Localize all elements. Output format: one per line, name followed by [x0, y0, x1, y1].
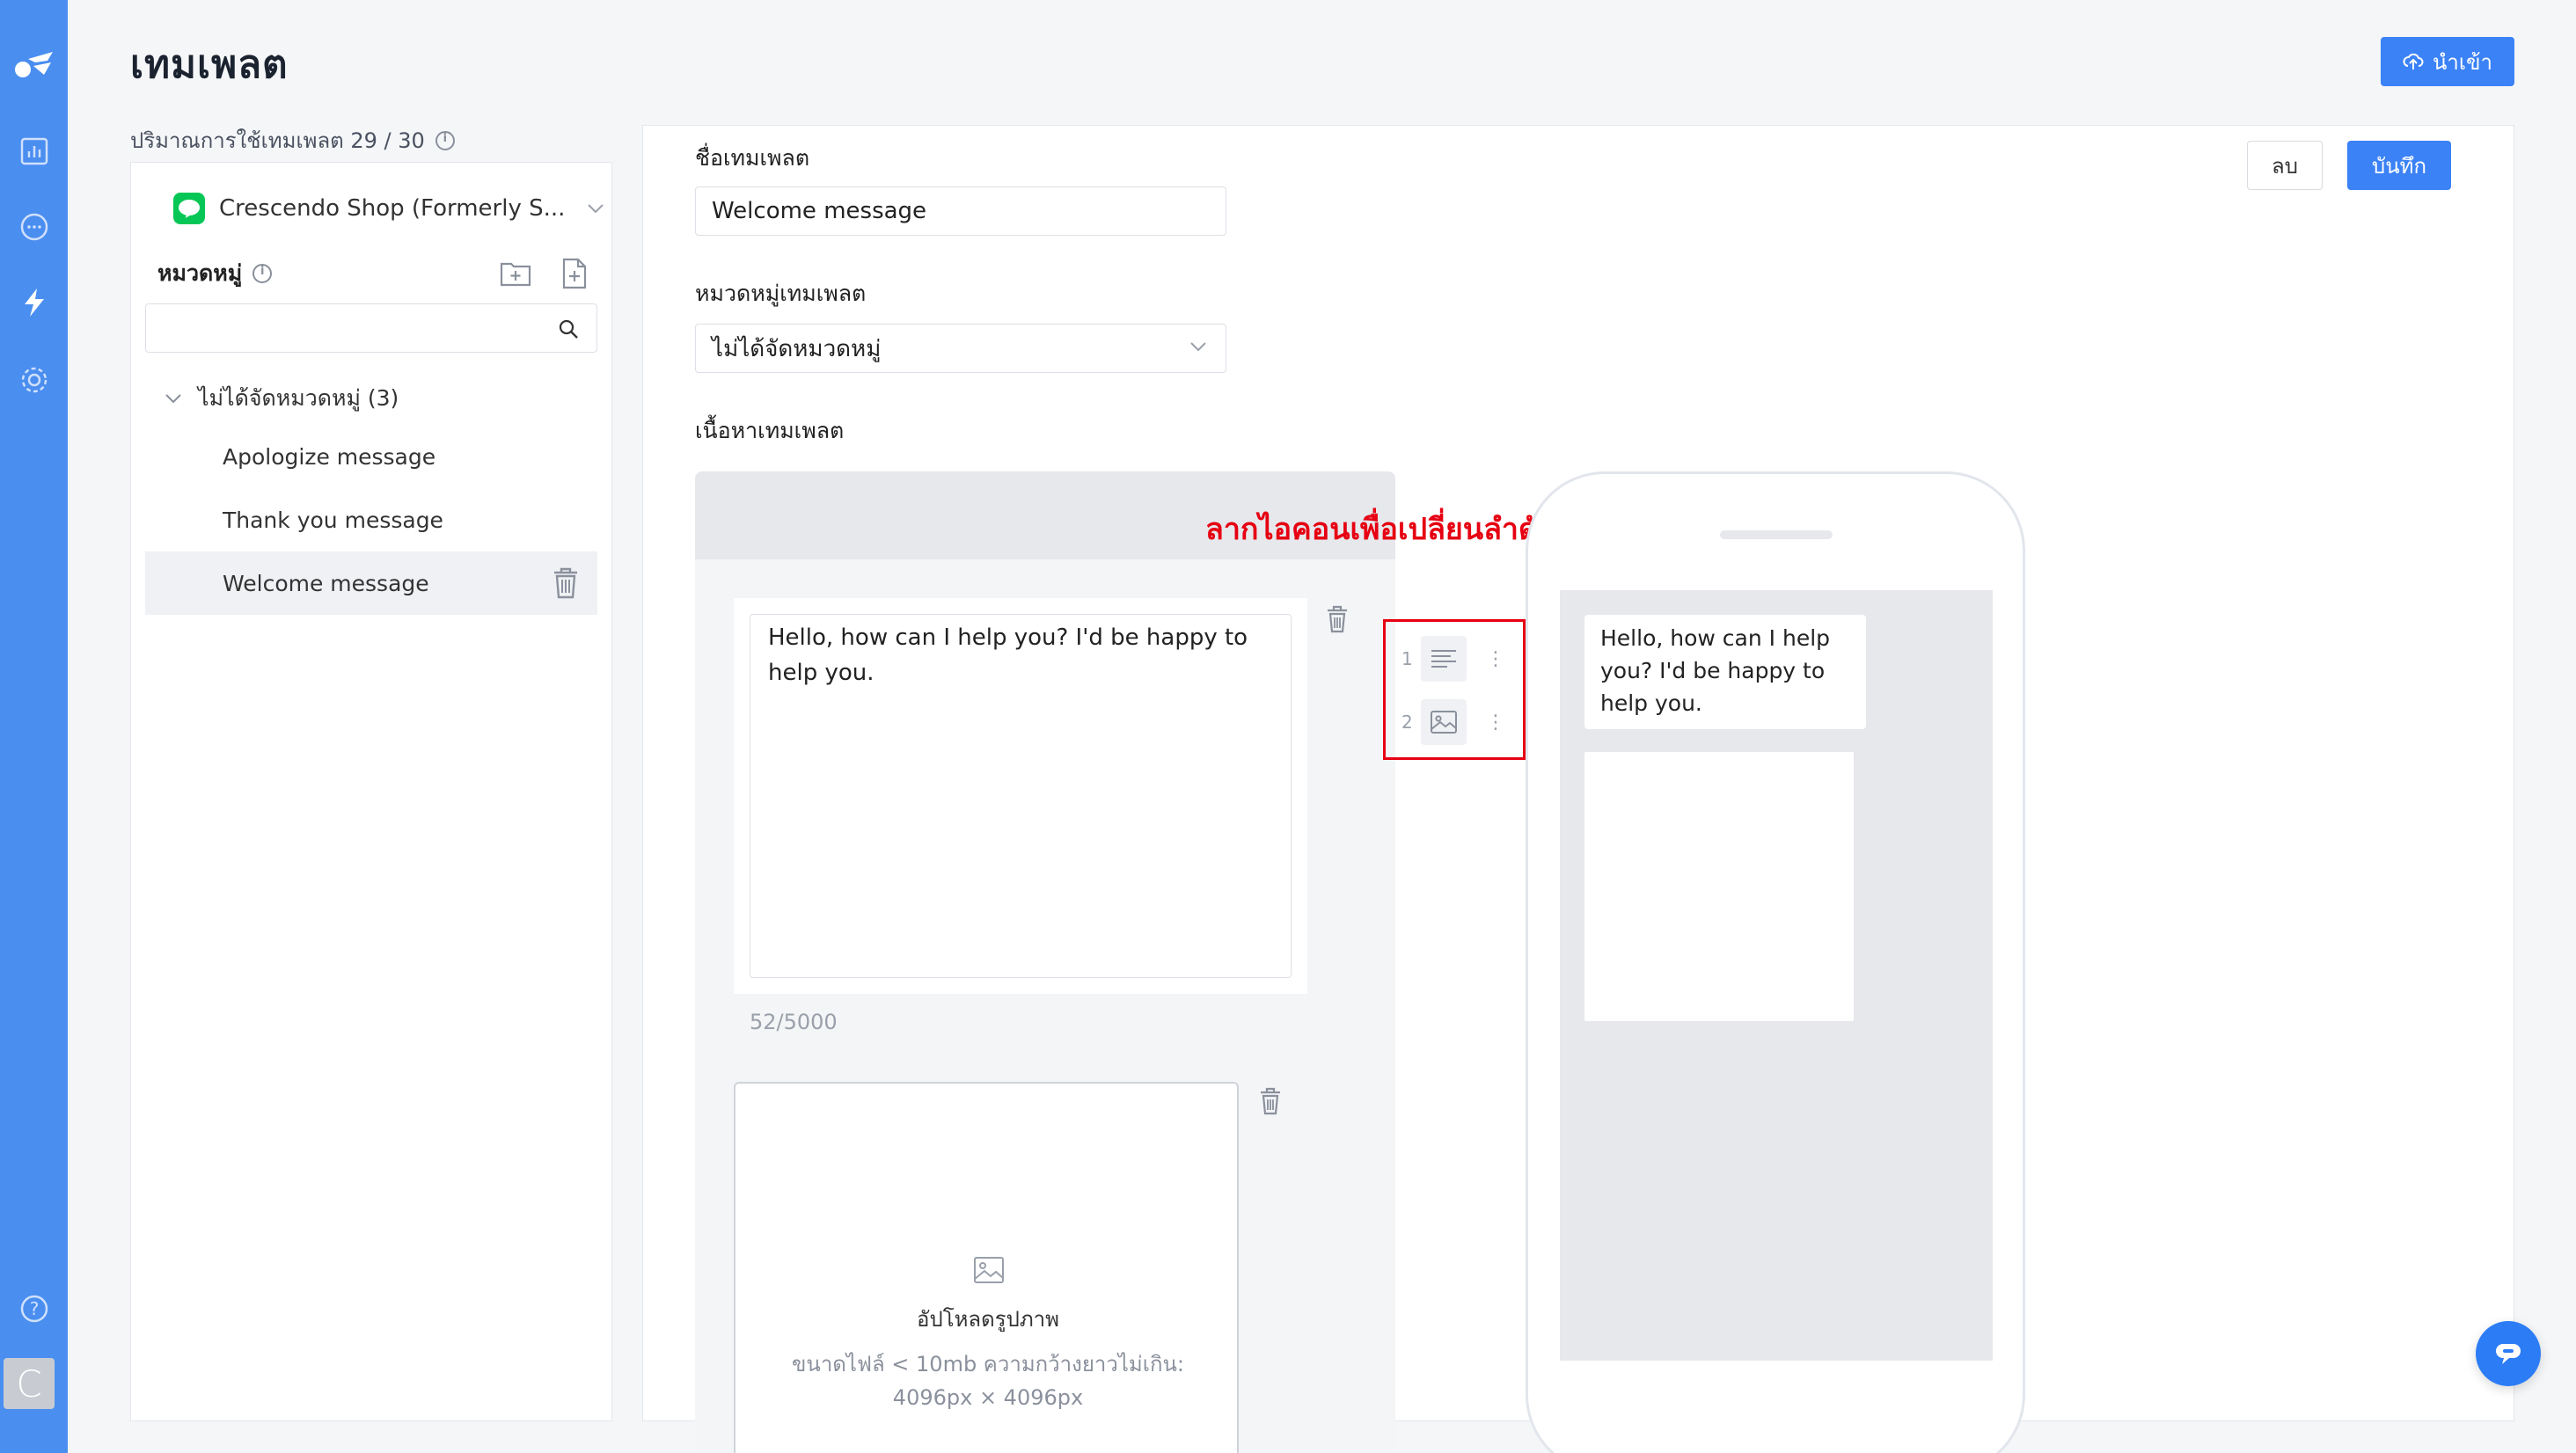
- category-label: หมวดหมู่: [157, 260, 243, 286]
- trash-icon[interactable]: [552, 567, 580, 599]
- save-button[interactable]: บันทึก: [2347, 141, 2451, 190]
- lightning-icon[interactable]: [0, 285, 68, 320]
- template-item-apologize[interactable]: Apologize message: [145, 425, 597, 488]
- chat-bubble-icon: [2496, 1344, 2521, 1364]
- app-logo-icon[interactable]: [0, 46, 68, 81]
- trash-icon[interactable]: [1325, 605, 1350, 633]
- template-item-welcome[interactable]: Welcome message: [145, 551, 597, 615]
- image-upload-module[interactable]: อัปโหลดรูปภาพ ขนาดไฟล์ < 10mb ความกว้างย…: [734, 1082, 1239, 1453]
- page-title: เทมเพลต: [130, 42, 289, 87]
- upload-hint: ขนาดไฟล์ < 10mb ความกว้างยาวไม่เกิน: 409…: [792, 1352, 1184, 1410]
- module-item-image[interactable]: 2 ⋮: [1401, 699, 1511, 745]
- preview-text-bubble: Hello, how can I help you? I'd be happy …: [1584, 615, 1866, 729]
- template-item-label: Thank you message: [223, 507, 443, 533]
- chat-support-button[interactable]: [2476, 1321, 2541, 1386]
- text-lines-icon: [1421, 636, 1467, 682]
- module-item-text[interactable]: 1 ⋮: [1401, 636, 1511, 682]
- template-category-value: ไม่ได้จัดหมวดหมู่: [712, 335, 882, 362]
- template-item-thank-you[interactable]: Thank you message: [145, 488, 597, 551]
- import-label: นำเข้า: [2433, 49, 2492, 75]
- category-header: หมวดหมู่: [157, 256, 589, 291]
- trash-icon[interactable]: [1258, 1087, 1283, 1115]
- content-editor: Hello, how can I help you? I'd be happy …: [695, 471, 1395, 1453]
- phone-speaker: [1720, 530, 1833, 539]
- account-selector[interactable]: Crescendo Shop (Formerly S...: [173, 193, 605, 224]
- template-category-label: หมวดหมู่เทมเพลต: [695, 281, 867, 306]
- line-logo-icon: [173, 193, 205, 224]
- preview-screen: Hello, how can I help you? I'd be happy …: [1560, 590, 1993, 1361]
- image-icon: [974, 1257, 1004, 1283]
- category-group-uncategorized[interactable]: ไม่ได้จัดหมวดหมู่ (3): [165, 381, 399, 416]
- template-item-label: Apologize message: [223, 443, 436, 470]
- chevron-down-icon: [1190, 342, 1206, 352]
- cloud-upload-icon: [2403, 53, 2424, 69]
- dashboard-icon[interactable]: [0, 134, 68, 169]
- text-module: Hello, how can I help you? I'd be happy …: [734, 598, 1307, 994]
- svg-text:?: ?: [29, 1298, 39, 1319]
- search-icon[interactable]: [558, 318, 579, 340]
- template-name-value: Welcome message: [712, 198, 927, 224]
- template-item-label: Welcome message: [223, 570, 429, 596]
- drag-handle-icon[interactable]: ⋮: [1486, 648, 1505, 670]
- group-label: ไม่ได้จัดหมวดหมู่ (3): [198, 385, 399, 411]
- search-field[interactable]: [158, 304, 545, 350]
- delete-button[interactable]: ลบ: [2247, 141, 2323, 190]
- add-folder-icon[interactable]: [499, 258, 532, 288]
- import-button[interactable]: นำเข้า: [2381, 37, 2514, 86]
- user-avatar[interactable]: C: [4, 1358, 55, 1409]
- template-content-label: เนื้อหาเทมเพลต: [695, 418, 845, 443]
- image-icon: [1421, 699, 1467, 745]
- preview-image-placeholder: [1584, 752, 1854, 1021]
- info-icon[interactable]: [252, 264, 273, 283]
- category-panel: Crescendo Shop (Formerly S... หมวดหมู่ ไ…: [130, 162, 612, 1421]
- settings-gear-icon[interactable]: [0, 362, 68, 398]
- template-usage: ปริมาณการใช้เทมเพลต 29 / 30: [130, 123, 455, 157]
- phone-preview: Hello, how can I help you? I'd be happy …: [1526, 471, 2025, 1453]
- chevron-down-icon: [588, 204, 604, 214]
- drag-handle-icon[interactable]: ⋮: [1486, 712, 1505, 734]
- account-name: Crescendo Shop (Formerly S...: [219, 195, 566, 222]
- category-search-input[interactable]: [145, 303, 597, 353]
- add-file-icon[interactable]: [560, 258, 589, 289]
- nav-rail: ? C: [0, 0, 68, 1453]
- chevron-down-icon: [165, 394, 181, 404]
- message-textarea[interactable]: Hello, how can I help you? I'd be happy …: [750, 614, 1292, 978]
- template-name-input[interactable]: Welcome message: [695, 186, 1226, 236]
- info-icon[interactable]: [435, 130, 455, 150]
- chat-icon[interactable]: [0, 209, 68, 245]
- character-counter: 52/5000: [750, 1010, 838, 1034]
- module-order-list: 1 ⋮ 2 ⋮: [1383, 619, 1526, 760]
- usage-label: ปริมาณการใช้เทมเพลต 29 / 30: [130, 128, 425, 153]
- template-name-label: ชื่อเทมเพลต: [695, 145, 810, 171]
- help-icon[interactable]: ?: [0, 1291, 68, 1326]
- upload-label: อัปโหลดรูปภาพ: [917, 1307, 1059, 1332]
- module-number: 2: [1401, 712, 1413, 733]
- module-number: 1: [1401, 648, 1413, 669]
- template-category-select[interactable]: ไม่ได้จัดหมวดหมู่: [695, 324, 1226, 373]
